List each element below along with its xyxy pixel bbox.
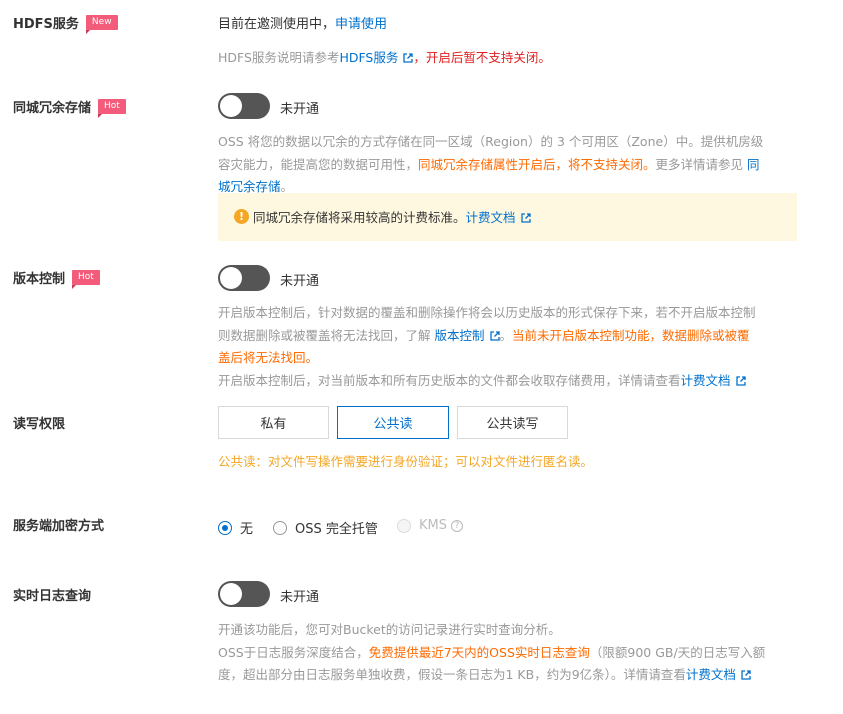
encryption-label-text: 服务端加密方式 (13, 519, 105, 534)
realtime-log-desc-line3: 度，超出部分由日志服务单独收费，假设一条日志为1 KB，约为9亿条）。详情请查看… (218, 664, 818, 687)
versioning-label: 版本控制 Hot (13, 268, 100, 289)
realtime-log-desc-line2-a: OSS于日志服务深度结合， (218, 644, 369, 660)
encryption-option-none-label: 无 (240, 522, 254, 537)
realtime-log-status: 未开通 (280, 590, 320, 605)
billing-notice: ! 同城冗余存储将采用较高的计费标准。 计费文档 (218, 193, 797, 241)
versioning-warning: 当前未开启版本控制功能，数据删除或被覆 (512, 327, 750, 343)
billing-notice-content: ! 同城冗余存储将采用较高的计费标准。 计费文档 (234, 207, 531, 226)
encryption-label: 服务端加密方式 (13, 515, 104, 534)
external-link-icon (735, 375, 746, 386)
external-link-icon (489, 330, 500, 341)
realtime-log-desc-line2-b: （限额900 GB/天的日志写入额 (589, 644, 766, 660)
versioning-toggle[interactable] (218, 265, 270, 291)
versioning-doc-link[interactable]: 版本控制 (435, 328, 500, 343)
billing-doc-link[interactable]: 计费文档 (466, 207, 531, 226)
billing-doc-link-text: 计费文档 (465, 210, 516, 225)
versioning-desc-line2-b: 。 (499, 327, 513, 343)
versioning-desc-line1: 开启版本控制后，针对数据的覆盖和删除操作将会以历史版本的形式保存下来，若不开启版… (218, 305, 756, 320)
acl-label: 读写权限 (13, 413, 65, 432)
hdfs-status: 目前在邀测使用中，申请使用 (218, 13, 387, 32)
realtime-log-desc-line1: 开通该功能后，您可对Bucket的访问记录进行实时查询分析。 (218, 622, 561, 637)
hdfs-doc-link-text: HDFS服务 (339, 50, 399, 65)
redundancy-desc-part3: 更多详情请参见 (655, 156, 744, 172)
warning-icon: ! (234, 209, 249, 224)
versioning-description: 开启版本控制后，针对数据的覆盖和删除操作将会以历史版本的形式保存下来，若不开启版… (218, 302, 818, 392)
redundancy-doc-link-start[interactable]: 同 (747, 157, 760, 172)
realtime-log-billing-link-text: 计费文档 (685, 667, 736, 682)
hot-tag: Hot (72, 270, 100, 289)
hdfs-status-text: 目前在邀测使用中， (218, 17, 336, 32)
encryption-option-oss[interactable]: OSS 完全托管 (273, 518, 378, 537)
hdfs-label: HDFS服务 New (13, 13, 118, 34)
hdfs-desc-prefix: HDFS服务说明请参考 (218, 50, 340, 65)
external-link-icon (403, 53, 414, 63)
versioning-desc-line2-a: 则数据删除或被覆盖将无法找回，了解 (218, 327, 431, 343)
external-link-icon (741, 670, 751, 680)
acl-option-private[interactable]: 私有 (218, 406, 329, 439)
redundancy-status: 未开通 (280, 102, 320, 117)
realtime-log-description: 开通该功能后，您可对Bucket的访问记录进行实时查询分析。 OSS于日志服务深… (218, 619, 818, 687)
redundancy-label-text: 同城冗余存储 (13, 101, 92, 116)
realtime-log-toggle[interactable] (218, 581, 270, 607)
redundancy-desc-line1: OSS 将您的数据以冗余的方式存储在同一区域（Region）的 3 个可用区（Z… (218, 134, 764, 149)
encryption-option-kms: KMS? (397, 518, 463, 533)
redundancy-desc-line2: 容灾能力，能提高您的数据可用性，同城冗余存储属性开启后，将不支持关闭。更多详情请… (218, 154, 808, 177)
redundancy-toggle[interactable] (218, 93, 270, 119)
realtime-log-desc-line2: OSS于日志服务深度结合，免费提供最近7天内的OSS实时日志查询（限额900 G… (218, 642, 818, 665)
acl-hint: 公共读：对文件写操作需要进行身份验证；可以对文件进行匿名读。 (218, 454, 594, 469)
versioning-desc-line4: 开启版本控制后，对当前版本和所有历史版本的文件都会收取存储费用，详情请查看计费文… (218, 370, 818, 393)
apply-link[interactable]: 申请使用 (335, 17, 387, 32)
versioning-status: 未开通 (280, 274, 320, 289)
encryption-option-kms-label: KMS (419, 518, 447, 533)
versioning-billing-link-text: 计费文档 (680, 372, 731, 388)
versioning-desc-line4-text: 开启版本控制后，对当前版本和所有历史版本的文件都会收取存储费用，详情请查看 (218, 372, 681, 388)
versioning-doc-link-text: 版本控制 (434, 327, 485, 343)
redundancy-label: 同城冗余存储 Hot (13, 97, 126, 118)
redundancy-desc-end: 。 (280, 179, 294, 194)
versioning-warning-cont: 盖后将无法找回。 (218, 350, 319, 365)
radio-disabled-icon (397, 518, 411, 533)
hdfs-label-text: HDFS服务 (13, 17, 79, 32)
hdfs-description: HDFS服务说明请参考HDFS服务 ，开启后暂不支持关闭。 (218, 47, 551, 70)
realtime-log-label: 实时日志查询 (13, 585, 91, 604)
new-tag: New (85, 15, 118, 34)
realtime-log-billing-link[interactable]: 计费文档 (686, 667, 751, 682)
versioning-label-text: 版本控制 (13, 272, 66, 287)
hdfs-doc-link[interactable]: HDFS服务 (339, 50, 414, 65)
redundancy-description: OSS 将您的数据以冗余的方式存储在同一区域（Region）的 3 个可用区（Z… (218, 131, 808, 199)
toggle-knob (220, 583, 242, 605)
toggle-knob (220, 267, 242, 289)
radio-selected-icon (218, 520, 232, 535)
acl-option-public-read-write[interactable]: 公共读写 (457, 406, 568, 439)
acl-option-public-read[interactable]: 公共读 (337, 406, 449, 439)
hdfs-warning: ，开启后暂不支持关闭。 (413, 50, 551, 65)
realtime-log-label-text: 实时日志查询 (13, 589, 92, 604)
realtime-log-desc-line3-text: 度，超出部分由日志服务单独收费，假设一条日志为1 KB，约为9亿条）。详情请查看 (218, 667, 686, 682)
radio-unselected-icon (273, 520, 287, 535)
encryption-option-none[interactable]: 无 (218, 518, 253, 537)
hot-tag: Hot (98, 99, 126, 118)
external-link-icon (520, 213, 531, 223)
billing-notice-text: 同城冗余存储将采用较高的计费标准。 (253, 210, 466, 225)
toggle-knob (220, 95, 242, 117)
versioning-billing-link[interactable]: 计费文档 (681, 373, 746, 388)
help-icon: ? (451, 519, 463, 532)
redundancy-desc-part2: 容灾能力，能提高您的数据可用性， (218, 156, 419, 172)
realtime-log-highlight: 免费提供最近7天内的OSS实时日志查询 (368, 644, 590, 660)
acl-label-text: 读写权限 (13, 417, 66, 432)
redundancy-warning: 同城冗余存储属性开启后，将不支持关闭。 (418, 156, 656, 172)
versioning-desc-line2: 则数据删除或被覆盖将无法找回，了解 版本控制 。当前未开启版本控制功能，数据删除或… (218, 325, 818, 348)
redundancy-doc-link[interactable]: 城冗余存储 (218, 179, 281, 194)
encryption-option-oss-label: OSS 完全托管 (295, 522, 378, 537)
